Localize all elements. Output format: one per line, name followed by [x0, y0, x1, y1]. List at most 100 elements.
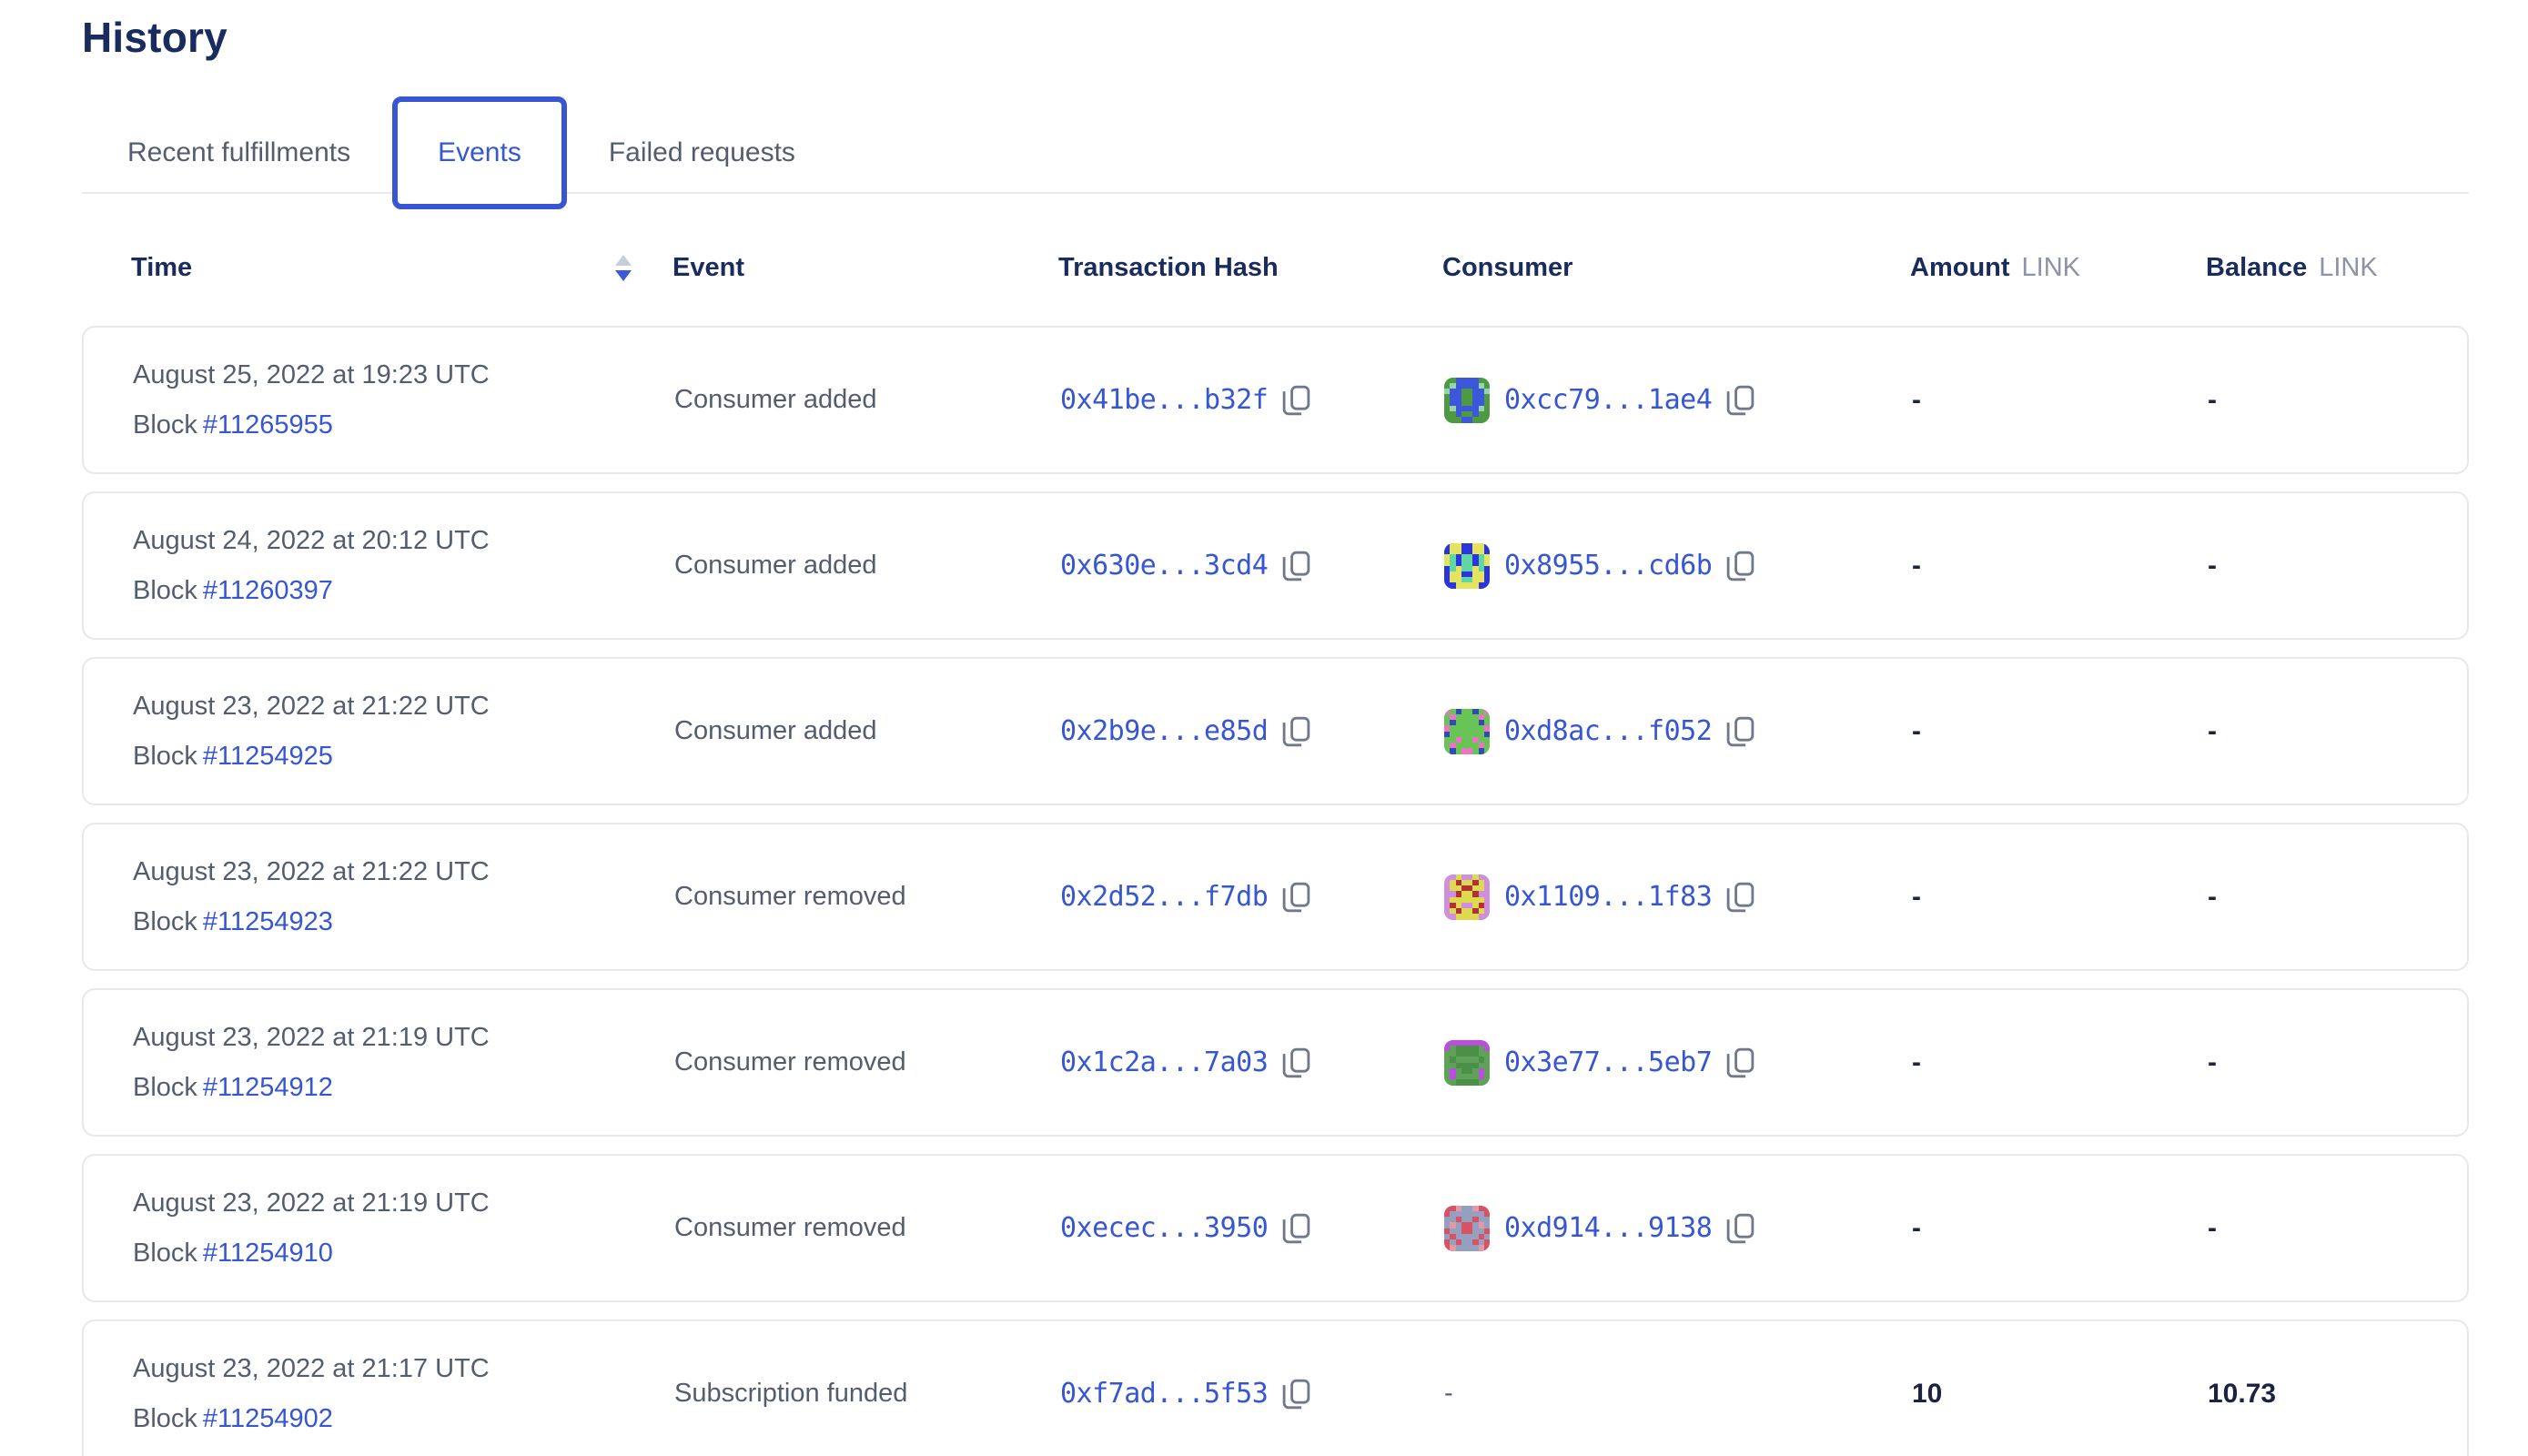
consumer-address-link[interactable]: 0xd914...9138 [1504, 1212, 1712, 1244]
column-header-consumer: Consumer [1442, 253, 1910, 283]
consumer-empty: - [1444, 1379, 1453, 1409]
table-header: Time Event Transaction Hash Consumer Amo… [82, 209, 2469, 326]
copy-icon[interactable] [1282, 551, 1310, 581]
event-date: August 23, 2022 at 21:17 UTC [133, 1354, 674, 1384]
block-number-link[interactable]: #11254910 [203, 1239, 333, 1268]
consumer-address-link[interactable]: 0xd8ac...f052 [1504, 715, 1712, 747]
amount-value: - [1912, 1213, 2208, 1244]
event-row: August 24, 2022 at 20:12 UTC Block#11260… [82, 491, 2469, 640]
consumer-cell: 0xcc79...1ae4 [1444, 378, 1912, 423]
transaction-hash-link[interactable]: 0xecec...3950 [1060, 1212, 1268, 1244]
transaction-hash-cell: 0x630e...3cd4 [1060, 550, 1444, 581]
consumer-address-group: 0x3e77...5eb7 [1444, 1040, 1754, 1086]
amount-unit-label: LINK [2022, 253, 2080, 283]
block-label: Block [133, 1073, 197, 1102]
transaction-hash-link[interactable]: 0x2b9e...e85d [1060, 715, 1268, 747]
amount-label: Amount [1910, 253, 2010, 283]
consumer-cell: 0x3e77...5eb7 [1444, 1040, 1912, 1086]
block-line: Block#11265955 [133, 410, 674, 440]
copy-icon[interactable] [1282, 385, 1310, 416]
balance-value: - [2208, 551, 2467, 581]
time-cell: August 23, 2022 at 21:19 UTC Block#11254… [133, 1188, 674, 1269]
transaction-hash-link[interactable]: 0x630e...3cd4 [1060, 550, 1268, 581]
consumer-identicon [1444, 1040, 1490, 1086]
event-type: Consumer removed [674, 882, 1060, 912]
transaction-hash-cell: 0x41be...b32f [1060, 384, 1444, 416]
history-page: History Recent fulfillments Events Faile… [0, 0, 2528, 1456]
event-type: Consumer removed [674, 1213, 1060, 1243]
block-line: Block#11254925 [133, 742, 674, 772]
column-header-transaction-hash: Transaction Hash [1058, 253, 1442, 283]
block-line: Block#11254912 [133, 1073, 674, 1103]
time-cell: August 24, 2022 at 20:12 UTC Block#11260… [133, 526, 674, 606]
sort-asc-icon [615, 255, 632, 266]
block-line: Block#11254910 [133, 1239, 674, 1269]
balance-value: - [2208, 1047, 2467, 1078]
balance-value: - [2208, 1213, 2467, 1244]
event-date: August 23, 2022 at 21:19 UTC [133, 1188, 674, 1218]
consumer-address-group: 0x8955...cd6b [1444, 543, 1754, 589]
copy-icon[interactable] [1726, 882, 1754, 913]
consumer-address-link[interactable]: 0x1109...1f83 [1504, 881, 1712, 913]
tab-recent-fulfillments[interactable]: Recent fulfillments [127, 137, 350, 168]
block-number-link[interactable]: #11254925 [203, 742, 333, 771]
copy-icon[interactable] [1726, 551, 1754, 581]
consumer-address-link[interactable]: 0x8955...cd6b [1504, 550, 1712, 581]
copy-icon[interactable] [1282, 1213, 1310, 1244]
consumer-cell: 0xd914...9138 [1444, 1206, 1912, 1251]
time-cell: August 23, 2022 at 21:22 UTC Block#11254… [133, 857, 674, 937]
tab-failed-requests[interactable]: Failed requests [609, 137, 795, 168]
amount-value: - [1912, 716, 2208, 747]
block-label: Block [133, 1239, 197, 1268]
history-tabs: Recent fulfillments Events Failed reques… [82, 96, 2469, 209]
consumer-identicon [1444, 709, 1490, 754]
block-number-link[interactable]: #11260397 [203, 576, 333, 605]
transaction-hash-link[interactable]: 0xf7ad...5f53 [1060, 1378, 1268, 1410]
page-title: History [82, 9, 2469, 66]
transaction-hash-cell: 0x2d52...f7db [1060, 881, 1444, 913]
copy-icon[interactable] [1282, 882, 1310, 913]
sort-desc-icon [615, 270, 632, 281]
transaction-hash-link[interactable]: 0x41be...b32f [1060, 384, 1268, 416]
event-row: August 23, 2022 at 21:19 UTC Block#11254… [82, 1154, 2469, 1302]
copy-icon[interactable] [1282, 716, 1310, 747]
event-date: August 25, 2022 at 19:23 UTC [133, 360, 674, 390]
balance-value: - [2208, 716, 2467, 747]
block-label: Block [133, 1404, 197, 1433]
copy-icon[interactable] [1726, 716, 1754, 747]
event-row: August 23, 2022 at 21:17 UTC Block#11254… [82, 1320, 2469, 1456]
balance-label: Balance [2206, 253, 2307, 283]
event-row: August 23, 2022 at 21:22 UTC Block#11254… [82, 657, 2469, 805]
event-row: August 25, 2022 at 19:23 UTC Block#11265… [82, 326, 2469, 474]
column-header-event: Event [672, 253, 1058, 283]
sort-icon[interactable] [615, 255, 632, 281]
tab-events[interactable]: Events [392, 96, 567, 209]
block-label: Block [133, 410, 197, 440]
consumer-cell: 0x8955...cd6b [1444, 543, 1912, 589]
consumer-identicon [1444, 1206, 1490, 1251]
copy-icon[interactable] [1726, 1047, 1754, 1078]
event-type: Consumer added [674, 551, 1060, 581]
consumer-address-link[interactable]: 0x3e77...5eb7 [1504, 1046, 1712, 1078]
consumer-address-link[interactable]: 0xcc79...1ae4 [1504, 384, 1712, 416]
column-header-time[interactable]: Time [131, 253, 672, 283]
block-line: Block#11254902 [133, 1404, 674, 1434]
transaction-hash-link[interactable]: 0x2d52...f7db [1060, 881, 1268, 913]
copy-icon[interactable] [1726, 1213, 1754, 1244]
consumer-cell: - [1444, 1379, 1912, 1409]
time-cell: August 25, 2022 at 19:23 UTC Block#11265… [133, 360, 674, 440]
event-row: August 23, 2022 at 21:19 UTC Block#11254… [82, 988, 2469, 1137]
block-number-link[interactable]: #11265955 [203, 410, 333, 440]
copy-icon[interactable] [1282, 1047, 1310, 1078]
transaction-hash-cell: 0x2b9e...e85d [1060, 715, 1444, 747]
copy-icon[interactable] [1282, 1379, 1310, 1410]
block-label: Block [133, 742, 197, 771]
copy-icon[interactable] [1726, 385, 1754, 416]
block-number-link[interactable]: #11254902 [203, 1404, 333, 1433]
event-date: August 23, 2022 at 21:19 UTC [133, 1023, 674, 1053]
time-cell: August 23, 2022 at 21:22 UTC Block#11254… [133, 692, 674, 772]
transaction-hash-link[interactable]: 0x1c2a...7a03 [1060, 1046, 1268, 1078]
block-number-link[interactable]: #11254923 [203, 907, 333, 936]
block-number-link[interactable]: #11254912 [203, 1073, 333, 1102]
amount-value: - [1912, 882, 2208, 913]
